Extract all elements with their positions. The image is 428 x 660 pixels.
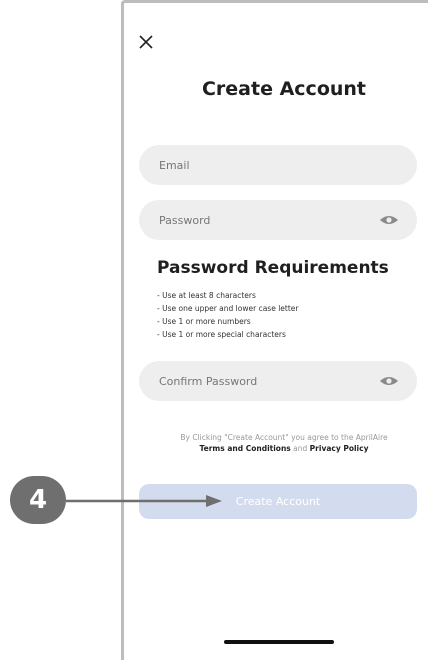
- eye-icon[interactable]: [379, 214, 399, 226]
- eye-icon[interactable]: [379, 375, 399, 387]
- privacy-link[interactable]: Privacy Policy: [310, 444, 369, 453]
- terms-link[interactable]: Terms and Conditions: [200, 444, 291, 453]
- page-title: Create Account: [201, 78, 367, 100]
- confirm-password-field[interactable]: [139, 361, 417, 401]
- requirement-item: - Use 1 or more special characters: [157, 330, 286, 339]
- requirements-title: Password Requirements: [157, 258, 389, 278]
- password-input[interactable]: [157, 212, 379, 228]
- requirement-item: - Use at least 8 characters: [157, 291, 256, 300]
- email-input[interactable]: [157, 157, 399, 173]
- legal-text: By Clicking "Create Account" you agree t…: [140, 432, 428, 454]
- confirm-password-input[interactable]: [157, 373, 379, 389]
- step-number-badge: 4: [10, 476, 66, 524]
- email-field[interactable]: [139, 145, 417, 185]
- legal-links: Terms and Conditions and Privacy Policy: [140, 443, 428, 454]
- requirement-item: - Use one upper and lower case letter: [157, 304, 299, 313]
- close-icon[interactable]: [138, 34, 154, 50]
- legal-prefix: By Clicking "Create Account" you agree t…: [180, 433, 388, 442]
- home-indicator: [224, 640, 334, 644]
- password-field[interactable]: [139, 200, 417, 240]
- requirement-item: - Use 1 or more numbers: [157, 317, 251, 326]
- create-account-button[interactable]: Create Account: [139, 484, 417, 519]
- requirements-list: - Use at least 8 characters - Use one up…: [157, 289, 298, 341]
- legal-and: and: [293, 444, 308, 453]
